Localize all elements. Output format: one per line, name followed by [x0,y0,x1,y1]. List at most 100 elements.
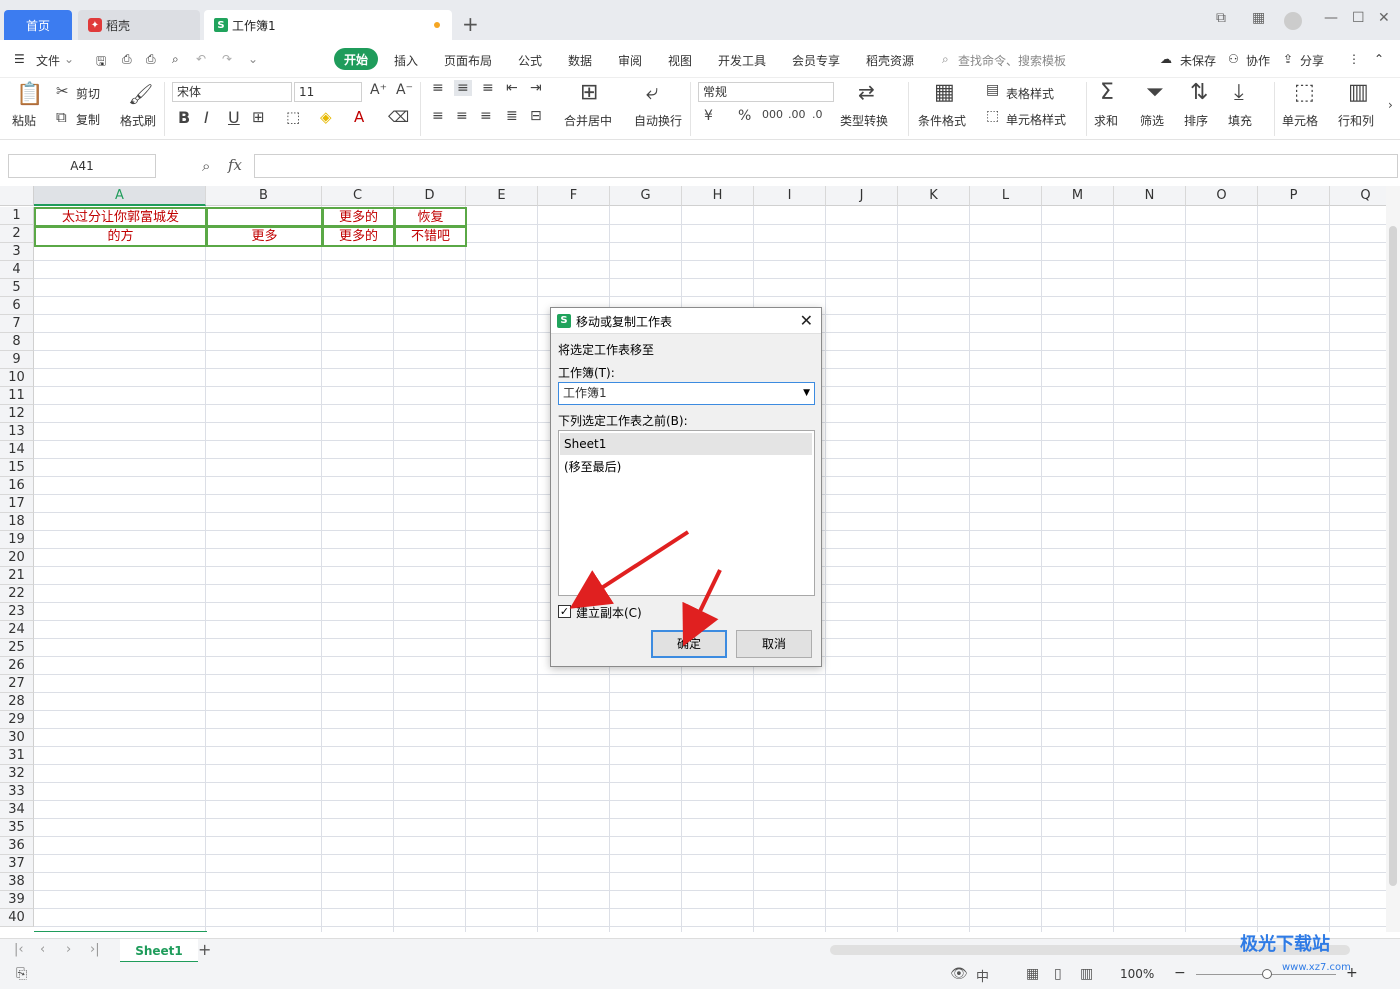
format-painter-button[interactable]: 格式刷 [120,112,156,129]
first-sheet-icon[interactable]: |‹ [14,942,24,957]
distribute-icon[interactable]: ⊟ [530,108,542,124]
fill-button[interactable]: 填充 [1228,112,1252,129]
tab-workbook[interactable]: S 工作簿1 [204,10,452,40]
name-box[interactable]: A41 [8,154,156,178]
row-header-2[interactable]: 2 [0,225,34,243]
row-header-3[interactable]: 3 [0,243,34,261]
ribbon-scroll-right-icon[interactable]: › [1388,98,1393,112]
row-header-31[interactable]: 31 [0,747,34,765]
row-header-40[interactable]: 40 [0,909,34,927]
row-header-13[interactable]: 13 [0,423,34,441]
row-header-15[interactable]: 15 [0,459,34,477]
print-icon[interactable]: ⎙ [146,52,156,67]
row-header-22[interactable]: 22 [0,585,34,603]
more-vertical-icon[interactable]: ⋮ [1348,52,1360,66]
row-header-10[interactable]: 10 [0,369,34,387]
row-header-39[interactable]: 39 [0,891,34,909]
row-header-1[interactable]: 1 [0,207,34,225]
cut-button[interactable]: 剪切 [76,85,100,102]
column-header-p[interactable]: P [1258,186,1330,206]
row-header-11[interactable]: 11 [0,387,34,405]
cell-C1[interactable]: 更多的 [322,207,395,227]
align-center-icon[interactable]: ≡ [456,108,468,124]
menu-tab-insert[interactable]: 插入 [394,52,418,69]
cell-format-icon[interactable]: ⬚ [1294,80,1315,105]
create-copy-checkbox[interactable]: ✓ [558,605,571,618]
paste-button[interactable]: 粘贴 [12,112,36,129]
row-header-32[interactable]: 32 [0,765,34,783]
menu-tab-formula[interactable]: 公式 [518,52,542,69]
bold-icon[interactable]: B [178,108,190,127]
row-header-7[interactable]: 7 [0,315,34,333]
page-layout-view-icon[interactable]: ▯ [1054,966,1062,982]
zoom-out-icon[interactable]: − [1174,965,1186,981]
table-style-button[interactable]: 表格样式 [1006,85,1054,102]
column-header-k[interactable]: K [898,186,970,206]
ok-button[interactable]: 确定 [651,630,727,658]
row-header-35[interactable]: 35 [0,819,34,837]
prev-sheet-icon[interactable]: ‹ [40,942,45,957]
eraser-icon[interactable]: ⌫ [388,108,409,126]
column-header-f[interactable]: F [538,186,610,206]
window-layout-icon[interactable]: ⧉ [1216,10,1226,26]
create-copy-label[interactable]: 建立副本(C) [576,604,642,621]
column-header-o[interactable]: O [1186,186,1258,206]
menu-tab-page-layout[interactable]: 页面布局 [444,52,492,69]
column-header-m[interactable]: M [1042,186,1114,206]
last-sheet-icon[interactable]: ›| [90,942,100,957]
border-icon[interactable]: ⊞ [252,108,265,126]
column-header-n[interactable]: N [1114,186,1186,206]
collapse-ribbon-icon[interactable]: ⌃ [1374,52,1384,66]
zoom-level[interactable]: 100% [1120,967,1154,981]
row-header-5[interactable]: 5 [0,279,34,297]
menu-tab-view[interactable]: 视图 [668,52,692,69]
sort-icon[interactable]: ⇅ [1190,80,1208,105]
row-header-25[interactable]: 25 [0,639,34,657]
save-icon[interactable]: 🖫 [96,52,106,73]
column-header-l[interactable]: L [970,186,1042,206]
menu-tab-member[interactable]: 会员专享 [792,52,840,69]
column-header-q[interactable]: Q [1330,186,1386,206]
cell-A2[interactable]: 的方 [34,226,207,247]
menu-tab-start[interactable]: 开始 [334,48,378,70]
paste-icon[interactable]: 📋 [16,82,43,107]
cell-B2[interactable]: 更多 [206,226,323,247]
row-col-icon[interactable]: ▥ [1348,80,1369,105]
select-all-corner[interactable] [0,186,34,206]
vertical-scroll-thumb[interactable] [1389,226,1397,886]
indent-increase-icon[interactable]: ⇥ [530,80,542,96]
increase-font-icon[interactable]: A⁺ [370,82,387,98]
close-icon[interactable]: ✕ [800,311,813,330]
column-header-b[interactable]: B [206,186,322,206]
cell-style-button[interactable]: 单元格样式 [1006,111,1066,128]
grid-apps-icon[interactable]: ▦ [1252,10,1265,26]
cell-style-icon[interactable]: ⬚ [986,108,999,124]
normal-view-icon[interactable]: ▦ [1026,966,1039,982]
sum-button[interactable]: 求和 [1094,112,1118,129]
menu-file[interactable]: 文件 [36,52,60,69]
fill-down-icon[interactable]: ⤓ [1234,80,1244,105]
hamburger-icon[interactable]: ☰ [14,52,25,66]
column-header-e[interactable]: E [466,186,538,206]
align-bottom-icon[interactable]: ≡ [482,80,494,96]
chevron-down-icon[interactable]: ⌄ [64,52,74,66]
column-header-h[interactable]: H [682,186,754,206]
vertical-scrollbar[interactable] [1386,186,1400,932]
italic-icon[interactable]: I [204,108,209,127]
row-header-26[interactable]: 26 [0,657,34,675]
eye-protect-icon[interactable]: 👁 [950,966,968,982]
conditional-format-button[interactable]: 条件格式 [918,112,966,129]
column-header-g[interactable]: G [610,186,682,206]
row-header-29[interactable]: 29 [0,711,34,729]
align-middle-icon[interactable]: ≡ [454,80,472,96]
cell-button[interactable]: 单元格 [1282,112,1318,129]
font-name-select[interactable]: 宋体 [172,82,292,102]
tab-daoke[interactable]: ✦ 稻壳 [78,10,200,40]
menu-tab-review[interactable]: 审阅 [618,52,642,69]
cell-D1[interactable]: 恢复 [394,207,467,227]
fill-style-icon[interactable]: ⬚ [286,108,300,126]
tab-home[interactable]: 首页 [4,10,72,40]
row-header-17[interactable]: 17 [0,495,34,513]
format-painter-icon[interactable]: 🖌 [128,82,153,106]
workbook-select[interactable]: 工作簿1 ▼ [558,382,815,405]
